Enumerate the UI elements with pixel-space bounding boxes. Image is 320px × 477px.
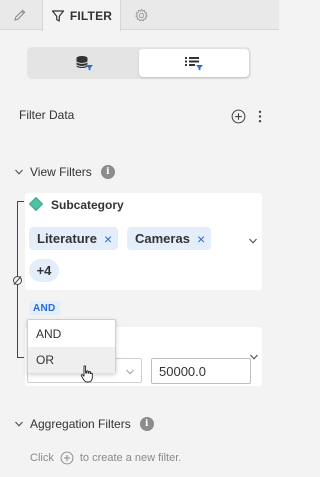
filter-field-name: Subcategory	[51, 198, 124, 212]
view-filters-title: View Filters	[30, 165, 92, 179]
more-values-chip[interactable]: +4	[29, 259, 59, 282]
filter-chip-literature: Literature ×	[29, 227, 119, 250]
chip-label: Literature	[37, 231, 97, 246]
tab-edit[interactable]	[0, 0, 40, 30]
gear-icon	[134, 8, 148, 21]
operator-option-or[interactable]: OR	[28, 347, 115, 373]
dimension-diamond-icon	[28, 196, 44, 212]
logic-connector-node[interactable]	[13, 276, 22, 285]
value-input[interactable]: 50000.0	[151, 358, 251, 384]
hint-text-start: Click	[30, 452, 54, 464]
subcategory-filter-card[interactable]: Subcategory Literature × Cameras × +4	[25, 193, 262, 290]
logical-operator-badge[interactable]: AND	[29, 301, 60, 315]
tab-filter-label: FILTER	[69, 8, 113, 23]
chip-remove-icon[interactable]: ×	[197, 231, 205, 247]
database-filter-icon	[76, 56, 93, 71]
add-circle-icon[interactable]	[60, 451, 74, 465]
aggregation-empty-hint: Click to create a new filter.	[30, 451, 181, 465]
view-filters-header[interactable]: View Filters i	[14, 165, 115, 179]
add-filter-icon[interactable]	[231, 109, 246, 124]
info-icon[interactable]: i	[139, 417, 154, 431]
chevron-down-icon	[126, 369, 134, 375]
filter-chip-cameras: Cameras ×	[127, 227, 212, 250]
pencil-icon	[14, 9, 26, 21]
data-source-toggle	[27, 47, 251, 79]
chip-label: Cameras	[135, 231, 190, 246]
info-icon[interactable]: i	[100, 165, 115, 179]
datasource-filter-button[interactable]	[29, 49, 139, 77]
hint-text-end: to create a new filter.	[79, 452, 182, 464]
more-options-icon[interactable]	[255, 109, 265, 124]
chevron-down-icon	[15, 421, 23, 427]
chevron-down-icon[interactable]	[249, 352, 259, 362]
funnel-icon	[51, 9, 64, 22]
tab-settings[interactable]	[121, 0, 161, 30]
aggregation-filters-title: Aggregation Filters	[30, 417, 131, 431]
view-filter-button[interactable]	[139, 49, 249, 77]
tab-bar: FILTER	[0, 0, 279, 31]
list-filter-icon	[185, 57, 203, 71]
aggregation-filters-header[interactable]: Aggregation Filters i	[14, 417, 154, 431]
tab-filter[interactable]: FILTER	[42, 0, 121, 31]
chevron-down-icon	[15, 169, 23, 175]
mouse-pointer-icon	[80, 365, 93, 383]
operator-dropdown: AND OR	[27, 319, 116, 373]
chevron-down-icon[interactable]	[248, 236, 258, 246]
operator-option-and[interactable]: AND	[28, 321, 115, 347]
filter-data-label: Filter Data	[19, 108, 75, 122]
chip-remove-icon[interactable]: ×	[104, 231, 112, 247]
